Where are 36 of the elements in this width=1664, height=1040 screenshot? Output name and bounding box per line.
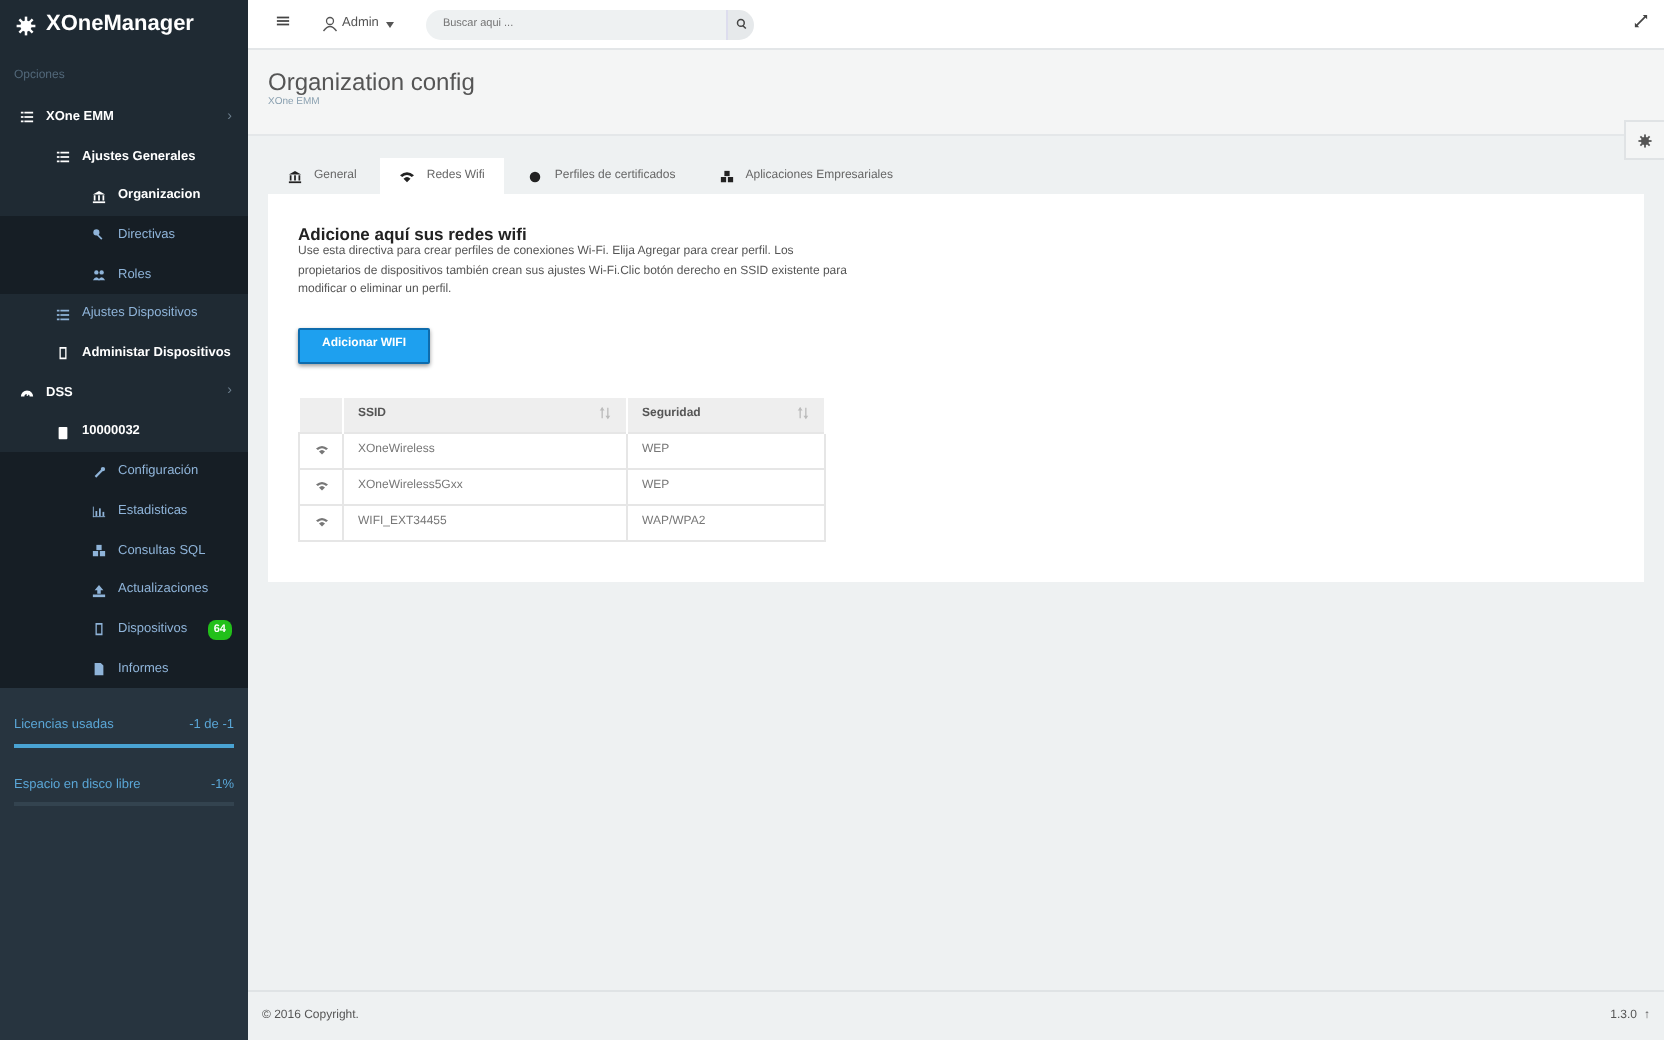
section-heading: Adicione aquí sus redes wifi — [298, 224, 529, 245]
file-icon — [92, 661, 106, 676]
user-icon — [322, 16, 338, 32]
gauge-icon — [20, 386, 34, 401]
wifi-icon — [400, 169, 415, 183]
settings-icon — [16, 15, 36, 35]
app-title: XOneManager — [46, 10, 194, 41]
cubes-icon — [719, 169, 734, 183]
chart-icon — [92, 504, 106, 519]
phone-icon — [92, 622, 106, 637]
server-icon — [56, 425, 70, 440]
bank-icon — [92, 189, 106, 204]
dot-icon — [528, 169, 543, 183]
wifi-icon — [315, 479, 327, 492]
search-button[interactable] — [726, 9, 755, 39]
list-icon — [56, 150, 70, 165]
page-title: Organization config — [268, 68, 477, 97]
phone-icon — [56, 346, 70, 361]
wrench-icon — [92, 465, 106, 480]
settings-button[interactable] — [1624, 120, 1664, 160]
key-icon — [92, 228, 106, 243]
expand-icon — [1634, 14, 1648, 29]
list-icon — [56, 307, 70, 322]
wifi-icon — [315, 515, 327, 528]
search-icon — [735, 18, 748, 30]
settings-icon — [1638, 133, 1652, 147]
bank-icon — [288, 169, 302, 183]
cubes-icon — [92, 543, 106, 558]
list-icon — [20, 110, 34, 125]
upload-icon — [92, 583, 106, 598]
menu-icon — [276, 14, 290, 29]
sort-icon — [796, 406, 810, 421]
users-icon — [92, 268, 106, 283]
sort-icon — [598, 406, 612, 421]
wifi-icon — [315, 443, 327, 456]
caret-icon — [386, 21, 395, 27]
